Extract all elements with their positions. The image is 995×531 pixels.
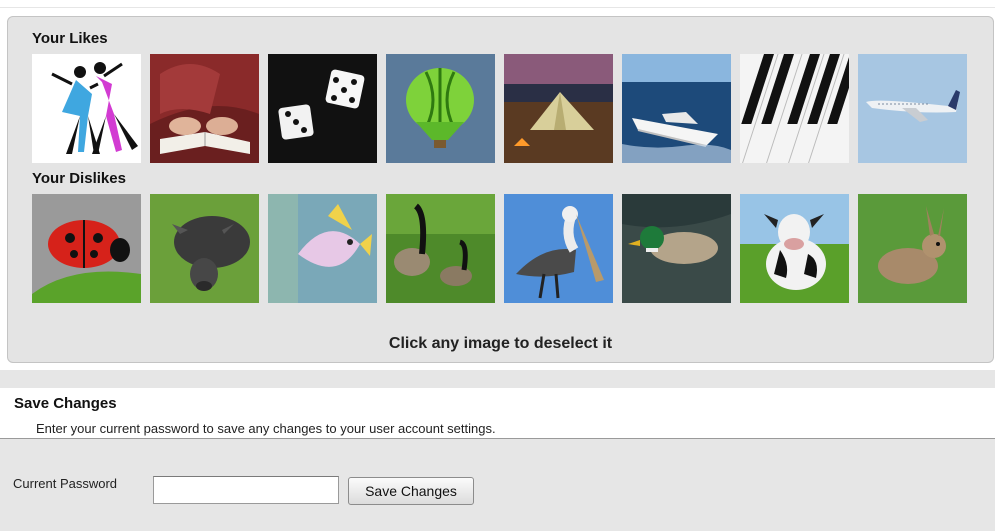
save-changes-description: Enter your current password to save any … [36, 421, 496, 436]
like-image-reading[interactable] [150, 54, 259, 163]
geese-icon [386, 194, 495, 303]
like-image-speedboat[interactable] [622, 54, 731, 163]
tropical-fish-icon [268, 194, 377, 303]
dislike-image-duck[interactable] [622, 194, 731, 303]
dislike-image-pelican[interactable] [504, 194, 613, 303]
likes-heading: Your Likes [32, 30, 108, 47]
dislike-image-geese[interactable] [386, 194, 495, 303]
reading-book-icon [150, 54, 259, 163]
airplane-icon [858, 54, 967, 163]
ladybug-icon [32, 194, 141, 303]
dislike-image-rabbit[interactable] [858, 194, 967, 303]
like-image-camping[interactable] [504, 54, 613, 163]
likes-image-row [32, 54, 967, 163]
save-changes-title: Save Changes [14, 395, 117, 412]
piano-keys-icon [740, 54, 849, 163]
like-image-balloon[interactable] [386, 54, 495, 163]
hot-air-balloon-icon [386, 54, 495, 163]
top-strip [0, 0, 995, 8]
current-password-label: Current Password [13, 476, 118, 491]
dancers-icon [32, 54, 141, 163]
deselect-hint: Click any image to deselect it [388, 335, 613, 352]
dislike-image-ladybug[interactable] [32, 194, 141, 303]
dislike-image-cow[interactable] [740, 194, 849, 303]
dislikes-image-row [32, 194, 967, 303]
dice-icon [268, 54, 377, 163]
like-image-dice[interactable] [268, 54, 377, 163]
duck-icon [622, 194, 731, 303]
cow-icon [740, 194, 849, 303]
dislike-image-pig[interactable] [150, 194, 259, 303]
speedboat-icon [622, 54, 731, 163]
pig-icon [150, 194, 259, 303]
separator-band [0, 370, 995, 388]
camping-tent-icon [504, 54, 613, 163]
pelican-icon [504, 194, 613, 303]
dislikes-heading: Your Dislikes [32, 170, 126, 187]
like-image-airplane[interactable] [858, 54, 967, 163]
like-image-dancers[interactable] [32, 54, 141, 163]
password-form-band [0, 439, 995, 531]
save-changes-button[interactable]: Save Changes [348, 477, 474, 505]
preferences-panel: Your Likes Your Dislikes Click any image… [7, 16, 994, 363]
rabbit-icon [858, 194, 967, 303]
current-password-input[interactable] [153, 476, 339, 504]
like-image-piano[interactable] [740, 54, 849, 163]
dislike-image-fish[interactable] [268, 194, 377, 303]
